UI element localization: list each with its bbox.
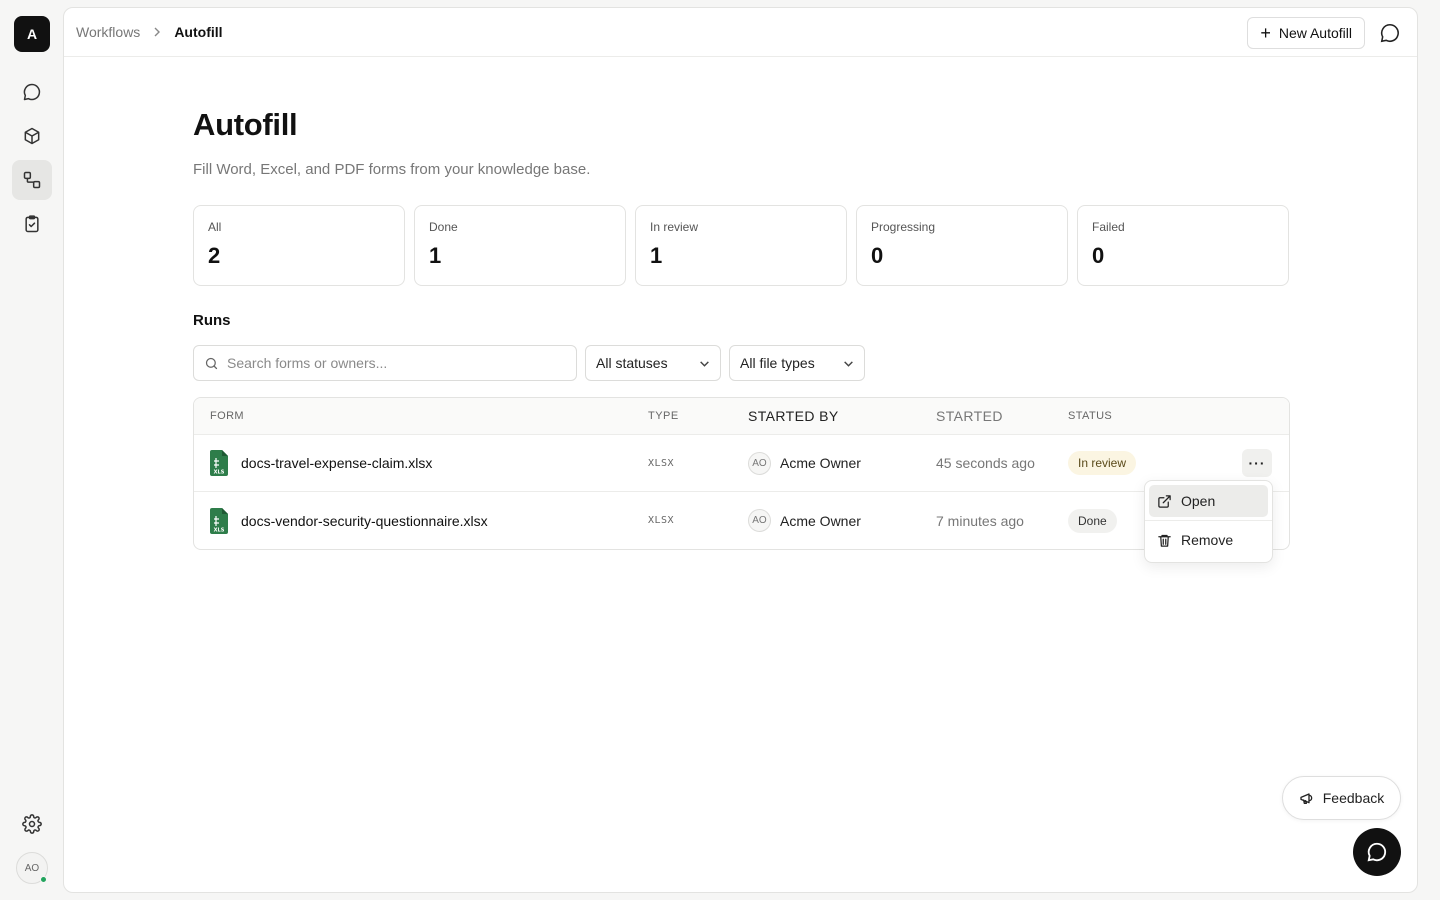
chevron-down-icon xyxy=(700,360,709,367)
form-name[interactable]: docs-travel-expense-claim.xlsx xyxy=(241,455,432,471)
file-type-filter-value: All file types xyxy=(740,355,815,371)
settings-nav-button[interactable] xyxy=(12,804,52,844)
stat-label: In review xyxy=(650,220,699,234)
stat-card-all[interactable]: All 2 xyxy=(193,205,405,286)
stats-row: All 2 Done 1 In review 1 Progressing 0 F… xyxy=(193,205,1290,286)
col-started: STARTED xyxy=(936,408,1003,424)
tasks-nav-button[interactable] xyxy=(12,204,52,244)
stat-card-done[interactable]: Done 1 xyxy=(414,205,626,286)
search-box xyxy=(193,345,577,381)
excel-file-icon: XLS xyxy=(210,450,228,476)
stat-label: Progressing xyxy=(871,220,936,234)
user-avatar[interactable]: AO xyxy=(16,852,48,884)
new-autofill-button[interactable]: + New Autofill xyxy=(1247,17,1365,49)
owner-avatar: AO xyxy=(748,451,771,475)
stat-card-failed[interactable]: Failed 0 xyxy=(1077,205,1289,286)
stat-value: 0 xyxy=(1092,243,1105,268)
file-type: XLSX xyxy=(648,515,675,526)
menu-item-remove[interactable]: Remove xyxy=(1149,524,1268,556)
excel-file-icon: XLS xyxy=(210,507,228,534)
menu-item-remove-label: Remove xyxy=(1181,532,1234,548)
main-panel: Workflows Autofill + New Autofill Autofi… xyxy=(63,7,1418,893)
svg-text:XLS: XLS xyxy=(214,470,225,476)
col-status: STATUS xyxy=(1068,410,1113,422)
autofill-page: Autofill Fill Word, Excel, and PDF forms… xyxy=(193,107,1290,550)
col-form: FORM xyxy=(210,410,244,422)
table-row[interactable]: XLS docs-vendor-security-questionnaire.x… xyxy=(194,492,1289,549)
col-type: TYPE xyxy=(648,410,679,422)
trash-icon xyxy=(1158,534,1171,547)
stat-card-in-review[interactable]: In review 1 xyxy=(635,205,847,286)
filters-bar: All statuses All file types xyxy=(193,345,1290,381)
feedback-button[interactable]: Feedback xyxy=(1282,776,1401,820)
stat-value: 0 xyxy=(871,243,884,268)
status-filter-select[interactable]: All statuses xyxy=(585,345,721,381)
stat-label: Failed xyxy=(1092,220,1125,234)
plus-icon: + xyxy=(1260,23,1271,43)
chevron-right-icon xyxy=(152,24,162,40)
chat-nav-button[interactable] xyxy=(12,72,52,112)
user-initials: AO xyxy=(24,862,40,874)
knowledge-nav-button[interactable] xyxy=(12,116,52,156)
started-time: 45 seconds ago xyxy=(936,455,1035,471)
left-rail: A AO xyxy=(0,0,64,900)
form-name[interactable]: docs-vendor-security-questionnaire.xlsx xyxy=(241,513,488,529)
stat-value: 2 xyxy=(208,243,221,268)
top-bar: Workflows Autofill + New Autofill xyxy=(64,8,1417,57)
stat-label: All xyxy=(208,220,222,234)
workflows-nav-button[interactable] xyxy=(12,160,52,200)
owner-avatar: AO xyxy=(748,509,771,532)
feedback-label: Feedback xyxy=(1322,790,1385,806)
stat-value: 1 xyxy=(429,243,442,268)
owner-name: Acme Owner xyxy=(780,512,861,529)
table-header: FORM TYPE STARTED BY STARTED STATUS xyxy=(194,398,1289,435)
workspace-logo[interactable]: A xyxy=(14,16,50,52)
search-input[interactable] xyxy=(227,355,566,371)
online-status-dot xyxy=(40,876,47,883)
started-time: 7 minutes ago xyxy=(936,512,1024,529)
runs-heading: Runs xyxy=(193,312,231,329)
chat-icon xyxy=(1367,842,1387,862)
workflow-icon xyxy=(23,171,41,189)
file-type: XLSX xyxy=(648,457,675,469)
gear-icon xyxy=(22,814,42,834)
status-badge: Done xyxy=(1068,508,1117,533)
row-actions-menu: Open Remove xyxy=(1144,480,1273,563)
chevron-down-icon xyxy=(844,360,853,367)
row-actions-button[interactable]: ··· xyxy=(1242,449,1272,477)
stat-label: Done xyxy=(429,220,458,234)
status-badge: In review xyxy=(1068,451,1137,475)
clipboard-check-icon xyxy=(25,215,39,233)
page-subtitle: Fill Word, Excel, and PDF forms from you… xyxy=(193,161,591,178)
new-autofill-label: New Autofill xyxy=(1278,25,1352,41)
col-started-by: STARTED BY xyxy=(748,408,839,424)
runs-table: FORM TYPE STARTED BY STARTED STATUS XLS … xyxy=(193,397,1290,550)
cube-icon xyxy=(24,127,40,145)
chat-icon xyxy=(23,83,41,101)
menu-item-open[interactable]: Open xyxy=(1149,485,1268,517)
status-filter-value: All statuses xyxy=(596,355,668,371)
owner-name: Acme Owner xyxy=(780,455,861,471)
stat-value: 1 xyxy=(650,243,663,268)
breadcrumb-current: Autofill xyxy=(174,24,223,40)
stat-card-progressing[interactable]: Progressing 0 xyxy=(856,205,1068,286)
external-link-icon xyxy=(1158,494,1171,508)
svg-text:XLS: XLS xyxy=(214,527,225,533)
search-icon xyxy=(205,357,218,369)
file-type-filter-select[interactable]: All file types xyxy=(729,345,865,381)
breadcrumb-workflows[interactable]: Workflows xyxy=(76,24,140,40)
menu-divider xyxy=(1145,520,1272,521)
page-title: Autofill xyxy=(193,107,298,142)
table-row[interactable]: XLS docs-travel-expense-claim.xlsx XLSX … xyxy=(194,435,1289,492)
megaphone-icon xyxy=(1300,793,1313,804)
chat-bubble-icon[interactable] xyxy=(1379,22,1401,44)
menu-item-open-label: Open xyxy=(1181,493,1216,509)
more-horizontal-icon: ··· xyxy=(1248,455,1266,471)
chat-launcher-button[interactable] xyxy=(1353,828,1401,876)
